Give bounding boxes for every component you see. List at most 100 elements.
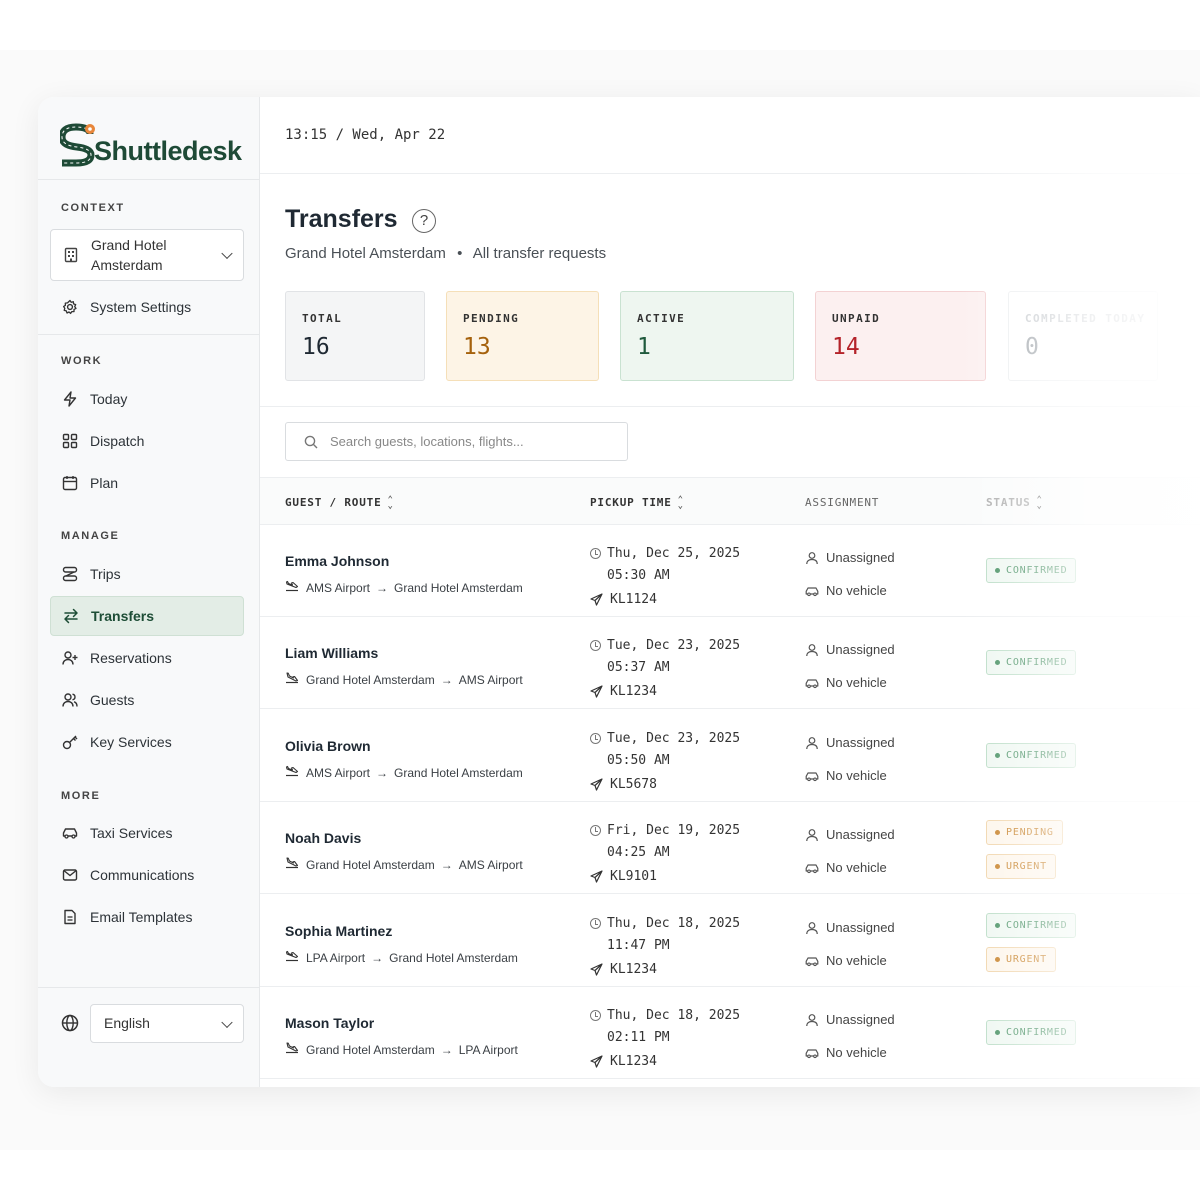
clock-icon — [590, 733, 601, 744]
pickup-date: Thu, Dec 18, 2025 — [590, 916, 740, 931]
sidebar-item-label: Guests — [90, 692, 135, 708]
status-dot-icon — [995, 660, 1000, 665]
pickup-time: 05:50 AM — [607, 753, 670, 768]
arrow-right-icon: → — [376, 765, 389, 780]
status-dot-icon — [995, 1030, 1000, 1035]
column-header-status[interactable]: STATUS ⌃ ⌄ — [986, 495, 1043, 510]
help-icon[interactable]: ? — [412, 209, 436, 233]
column-header-guest[interactable]: GUEST / ROUTE ⌃ ⌄ — [285, 494, 394, 511]
car-icon — [805, 676, 826, 690]
arrow-right-icon: → — [376, 580, 389, 595]
column-header-assignment: ASSIGNMENT — [805, 496, 879, 509]
pickup-date-value: Tue, Dec 23, 2025 — [607, 731, 741, 746]
driver-value: Unassigned — [826, 1012, 895, 1027]
globe-icon — [61, 1014, 79, 1032]
table-row[interactable]: Mason Taylor Grand Hotel Amsterdam → LPA Ai… — [260, 987, 1200, 1079]
sidebar-item-system-settings[interactable]: System Settings — [50, 287, 244, 327]
vehicle-assignment[interactable]: No vehicle — [805, 860, 887, 875]
vehicle-value: No vehicle — [826, 583, 887, 598]
guest-name[interactable]: Noah Davis — [285, 830, 361, 846]
user-icon — [805, 551, 826, 565]
status-badge-label: PENDING — [1006, 826, 1054, 838]
flight-number: KL1234 — [590, 684, 657, 699]
status-badge-label: URGENT — [1006, 953, 1047, 965]
status-badge-urgent: URGENT — [986, 947, 1056, 972]
sort-icon: ⌃ ⌄ — [387, 494, 394, 511]
table-row[interactable]: Sophia Martinez LPA Airport → Grand Hotel A… — [260, 895, 1200, 987]
sidebar-item-communications[interactable]: Communications — [50, 855, 244, 895]
sidebar-item-label: Plan — [90, 475, 119, 491]
stat-card-completed-today[interactable]: COMPLETED TODAY 0 — [1008, 291, 1158, 381]
divider — [38, 987, 260, 988]
car-icon — [62, 825, 78, 841]
plane-departure-icon — [285, 672, 306, 687]
stat-value: 13 — [463, 334, 491, 360]
vehicle-assignment[interactable]: No vehicle — [805, 583, 887, 598]
driver-assignment[interactable]: Unassigned — [805, 827, 895, 842]
pickup-time: 11:47 PM — [607, 938, 670, 953]
driver-assignment[interactable]: Unassigned — [805, 550, 895, 565]
sidebar-item-trips[interactable]: Trips — [50, 554, 244, 594]
table-row[interactable]: Noah Davis Grand Hotel Amsterdam → AMS Airp… — [260, 802, 1200, 894]
vehicle-assignment[interactable]: No vehicle — [805, 768, 887, 783]
vehicle-assignment[interactable]: No vehicle — [805, 953, 887, 968]
stat-label: ACTIVE — [637, 312, 686, 325]
section-heading-context: CONTEXT — [61, 202, 125, 214]
stat-card-active[interactable]: ACTIVE 1 — [620, 291, 794, 381]
guest-name[interactable]: Olivia Brown — [285, 738, 371, 754]
sidebar-item-reservations[interactable]: Reservations — [50, 638, 244, 678]
user-icon — [805, 1013, 826, 1027]
guest-name[interactable]: Emma Johnson — [285, 553, 389, 569]
driver-assignment[interactable]: Unassigned — [805, 735, 895, 750]
language-select[interactable]: English — [90, 1004, 244, 1043]
stat-card-total[interactable]: TOTAL 16 — [285, 291, 425, 381]
status-badge-urgent: URGENT — [986, 854, 1056, 879]
guest-name[interactable]: Liam Williams — [285, 645, 378, 661]
route-from: AMS Airport — [306, 765, 371, 780]
car-icon — [805, 769, 826, 783]
column-header-pickup[interactable]: PICKUP TIME ⌃ ⌄ — [590, 495, 684, 510]
driver-assignment[interactable]: Unassigned — [805, 642, 895, 657]
sidebar-item-key-services[interactable]: Key Services — [50, 722, 244, 762]
sidebar-item-today[interactable]: Today — [50, 379, 244, 419]
sidebar-item-label: Email Templates — [90, 909, 193, 925]
flight-number: KL1234 — [590, 1054, 657, 1069]
status-badge-label: URGENT — [1006, 860, 1047, 872]
sidebar-item-email-templates[interactable]: Email Templates — [50, 897, 244, 937]
context-select-value: Grand Hotel Amsterdam — [91, 237, 167, 273]
plane-icon — [590, 685, 610, 698]
stat-card-unpaid[interactable]: UNPAID 14 — [815, 291, 986, 381]
sidebar-item-plan[interactable]: Plan — [50, 463, 244, 503]
context-select[interactable]: Grand Hotel Amsterdam — [50, 229, 244, 281]
pickup-time: 05:37 AM — [607, 660, 670, 675]
vehicle-value: No vehicle — [826, 860, 887, 875]
search-field[interactable]: Search guests, locations, flights... — [285, 422, 628, 461]
chevron-down-icon — [221, 247, 233, 260]
vehicle-assignment[interactable]: No vehicle — [805, 675, 887, 690]
vehicle-assignment[interactable]: No vehicle — [805, 1045, 887, 1060]
table-row[interactable]: Liam Williams Grand Hotel Amsterdam → AMS A… — [260, 617, 1200, 709]
page-title: Transfers — [285, 205, 398, 233]
guest-name[interactable]: Mason Taylor — [285, 1015, 374, 1031]
flight-number: KL1124 — [590, 592, 657, 607]
table-row[interactable]: Emma Johnson AMS Airport → Grand Hotel Amst… — [260, 525, 1200, 617]
flight-number: KL1234 — [590, 962, 657, 977]
sidebar-item-guests[interactable]: Guests — [50, 680, 244, 720]
pickup-date: Tue, Dec 23, 2025 — [590, 731, 740, 746]
driver-value: Unassigned — [826, 827, 895, 842]
stat-label: COMPLETED TODAY — [1025, 312, 1146, 325]
table-row[interactable]: Olivia Brown AMS Airport → Grand Hotel Amst… — [260, 710, 1200, 802]
stat-value: 0 — [1025, 334, 1039, 360]
sidebar-item-label: System Settings — [90, 299, 192, 315]
sidebar-item-dispatch[interactable]: Dispatch — [50, 421, 244, 461]
stat-card-pending[interactable]: PENDING 13 — [446, 291, 599, 381]
sidebar-item-transfers[interactable]: Transfers — [50, 596, 244, 636]
vehicle-value: No vehicle — [826, 1045, 887, 1060]
driver-assignment[interactable]: Unassigned — [805, 920, 895, 935]
sidebar-item-taxi-services[interactable]: Taxi Services — [50, 813, 244, 853]
guest-name[interactable]: Sophia Martinez — [285, 923, 392, 939]
section-heading-manage: MANAGE — [61, 530, 120, 542]
driver-assignment[interactable]: Unassigned — [805, 1012, 895, 1027]
clock-icon — [590, 918, 601, 929]
app-logo[interactable]: Shuttledesk — [60, 119, 242, 167]
